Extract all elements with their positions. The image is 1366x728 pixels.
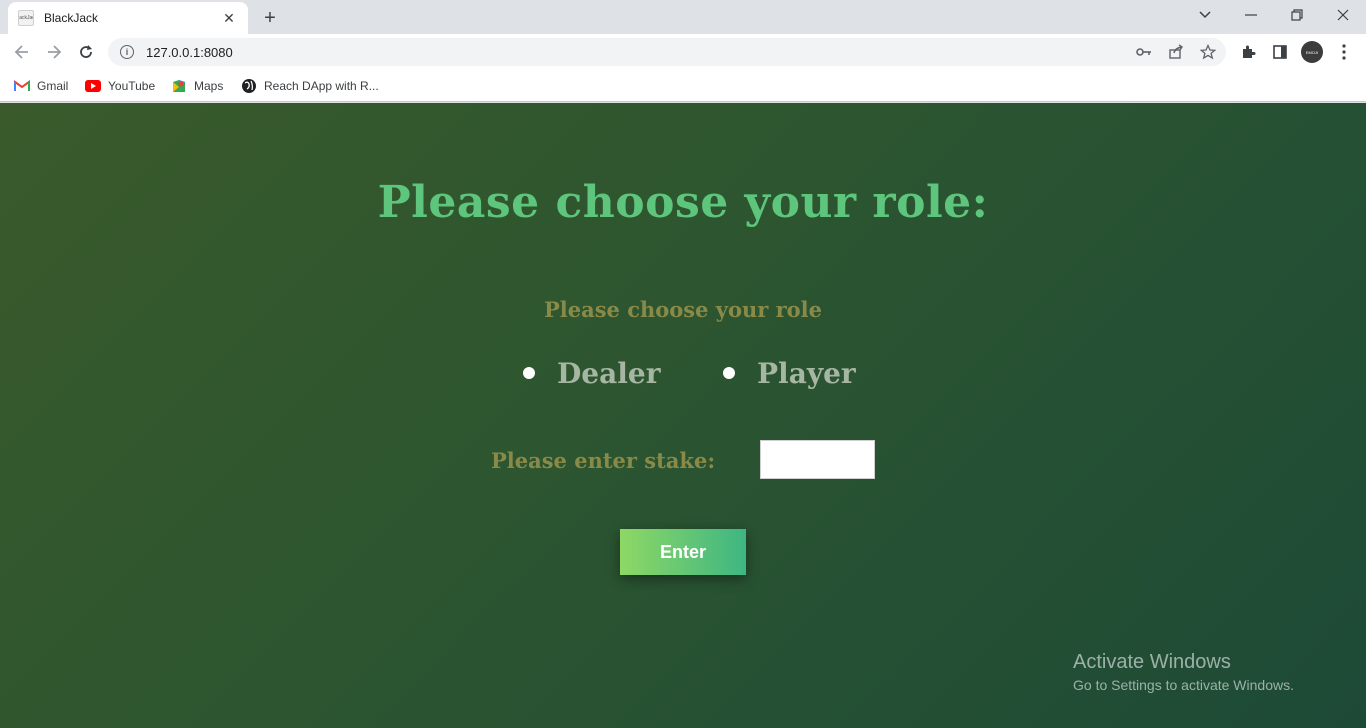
activate-windows-watermark: Activate Windows Go to Settings to activ… (1073, 651, 1294, 693)
globe-icon (241, 78, 257, 94)
site-info-icon[interactable]: i (120, 45, 134, 59)
side-panel-icon[interactable] (1270, 42, 1290, 62)
bookmark-reach-dapp[interactable]: Reach DApp with R... (241, 76, 379, 96)
share-icon[interactable] (1167, 43, 1185, 61)
player-label[interactable]: Player (757, 357, 856, 390)
close-window-button[interactable] (1320, 0, 1366, 30)
tab-strip: BlackJack BlackJack ✕ + (0, 0, 1366, 34)
browser-toolbar: i 127.0.0.1:8080 EMOJI (0, 34, 1366, 70)
new-tab-button[interactable]: + (258, 6, 282, 30)
player-radio[interactable] (723, 367, 735, 379)
bookmark-star-icon[interactable] (1199, 43, 1217, 61)
back-button[interactable] (9, 39, 35, 65)
forward-button[interactable] (41, 39, 67, 65)
youtube-icon (85, 78, 101, 94)
stake-label: Please enter stake: (491, 448, 716, 473)
stake-input[interactable] (760, 440, 875, 479)
role-option-player[interactable]: Player (723, 355, 856, 391)
url-text[interactable]: 127.0.0.1:8080 (146, 45, 233, 60)
page-title: Please choose your role: (377, 177, 989, 228)
bookmarks-bar: Gmail YouTube Maps Reach DApp with R... (0, 70, 1366, 102)
bookmark-label: YouTube (108, 79, 156, 93)
dealer-radio[interactable] (523, 367, 535, 379)
page-content: Please choose your role: Please choose y… (0, 103, 1366, 728)
watermark-title: Activate Windows (1073, 651, 1231, 673)
extensions-icon[interactable] (1238, 42, 1258, 62)
dealer-label[interactable]: Dealer (557, 357, 660, 390)
tab-title: BlackJack (44, 11, 99, 25)
browser-tab[interactable]: BlackJack BlackJack ✕ (8, 2, 248, 34)
bookmark-maps[interactable]: Maps (171, 76, 223, 96)
tab-favicon-icon: BlackJack (18, 10, 34, 26)
reload-button[interactable] (73, 39, 99, 65)
close-tab-icon[interactable]: ✕ (220, 9, 238, 27)
role-option-dealer[interactable]: Dealer (523, 355, 660, 391)
restore-button[interactable] (1274, 0, 1320, 30)
profile-avatar[interactable]: EMOJI (1301, 41, 1323, 63)
menu-kebab-icon[interactable] (1334, 42, 1354, 62)
minimize-button[interactable] (1228, 0, 1274, 30)
watermark-subtitle: Go to Settings to activate Windows. (1073, 677, 1294, 693)
bookmark-label: Maps (194, 79, 224, 93)
bookmark-label: Gmail (37, 79, 69, 93)
role-prompt: Please choose your role (543, 297, 823, 322)
address-bar[interactable]: i 127.0.0.1:8080 (108, 38, 1226, 66)
maps-icon (171, 78, 187, 94)
gmail-icon (14, 78, 30, 94)
bookmark-youtube[interactable]: YouTube (85, 76, 155, 96)
tab-search-icon[interactable] (1182, 0, 1228, 30)
bookmark-label: Reach DApp with R... (264, 79, 379, 93)
enter-button[interactable]: Enter (620, 529, 746, 575)
bookmark-gmail[interactable]: Gmail (14, 76, 68, 96)
key-icon[interactable] (1135, 43, 1153, 61)
